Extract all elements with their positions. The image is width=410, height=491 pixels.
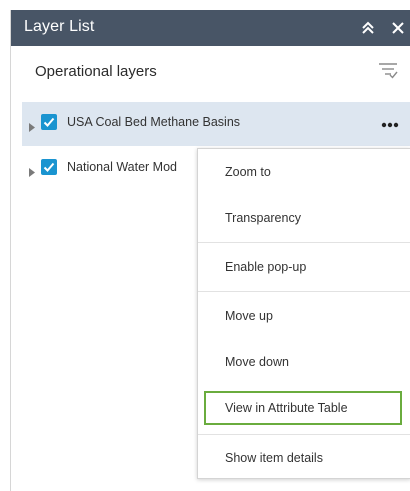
panel-title: Layer List <box>24 18 95 35</box>
panel-header: Layer List <box>11 10 410 46</box>
menu-item-move-down[interactable]: Move down <box>198 339 410 385</box>
more-options-icon[interactable] <box>378 117 402 131</box>
layer-label: National Water Mod <box>67 160 177 174</box>
menu-item-transparency[interactable]: Transparency <box>198 195 410 241</box>
menu-item-enable-popup[interactable]: Enable pop-up <box>198 244 410 290</box>
menu-item-show-item-details[interactable]: Show item details <box>198 435 410 481</box>
menu-divider <box>198 242 410 243</box>
expand-arrow-icon[interactable] <box>29 164 35 177</box>
menu-divider <box>198 291 410 292</box>
expand-arrow-icon[interactable] <box>29 119 35 132</box>
layer-visibility-checkbox[interactable] <box>41 159 57 175</box>
menu-item-zoom-to[interactable]: Zoom to <box>198 149 410 195</box>
layer-label: USA Coal Bed Methane Basins <box>67 115 241 129</box>
layer-row[interactable]: USA Coal Bed Methane Basins <box>22 102 410 146</box>
layer-visibility-checkbox[interactable] <box>41 114 57 130</box>
close-icon[interactable] <box>389 19 407 37</box>
layer-context-menu: Zoom to Transparency Enable pop-up Move … <box>197 148 410 479</box>
menu-item-view-in-attribute-table[interactable]: View in Attribute Table <box>204 391 402 425</box>
layer-list-panel: Layer List Operational layers USA Coal B… <box>10 10 410 491</box>
filter-list-icon[interactable] <box>377 59 399 81</box>
section-title: Operational layers <box>35 63 157 80</box>
menu-item-move-up[interactable]: Move up <box>198 293 410 339</box>
double-chevron-up-icon[interactable] <box>359 19 377 37</box>
